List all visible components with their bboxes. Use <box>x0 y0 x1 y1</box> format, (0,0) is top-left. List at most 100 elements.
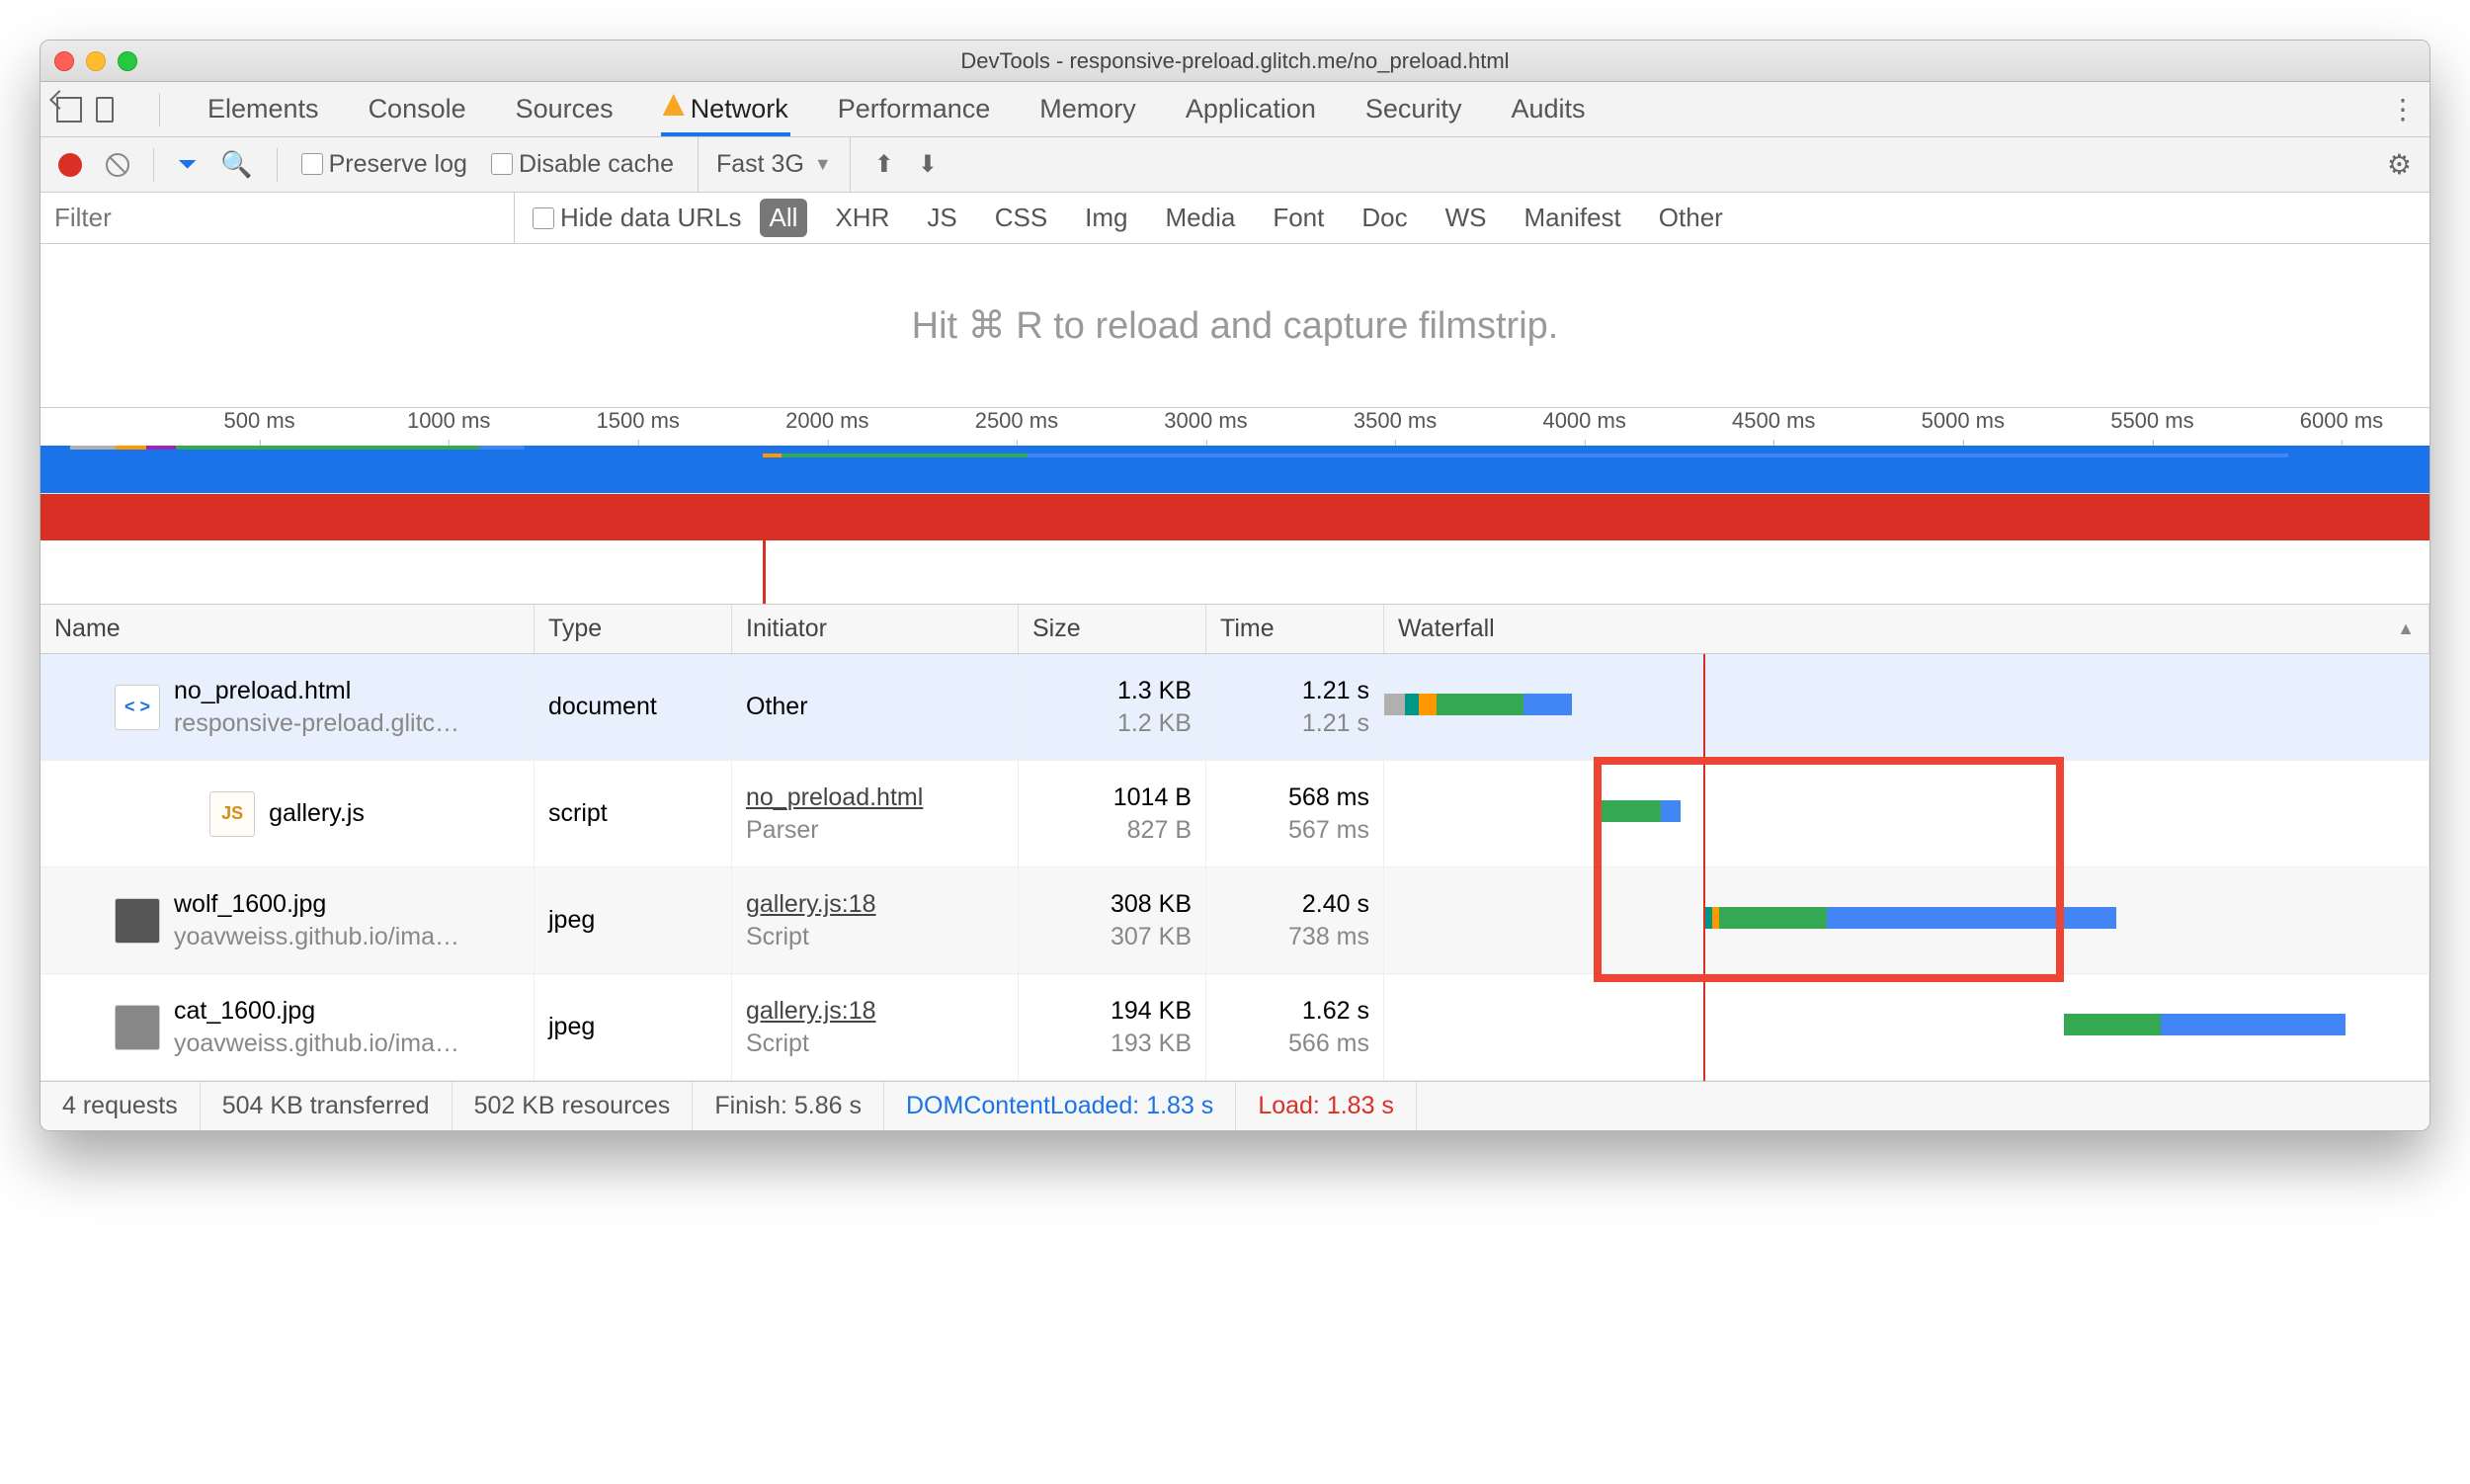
cell-initiator: no_preload.htmlParser <box>732 761 1019 866</box>
wf-download <box>1661 800 1680 822</box>
load-line <box>763 494 766 604</box>
filter-cat-media[interactable]: Media <box>1156 199 1246 237</box>
initiator-link[interactable]: no_preload.html <box>746 783 1004 812</box>
cell-time: 2.40 s738 ms <box>1206 867 1384 973</box>
wf-download <box>1827 907 2116 929</box>
file-icon: < > <box>115 685 160 730</box>
tab-elements[interactable]: Elements <box>206 82 321 136</box>
network-toolbar: ⏷ 🔍 Preserve log Disable cache Fast 3G ▼… <box>41 137 2429 193</box>
clear-button[interactable] <box>106 153 129 177</box>
col-type[interactable]: Type <box>535 605 732 653</box>
tab-audits[interactable]: Audits <box>1509 82 1587 136</box>
cell-size: 308 KB307 KB <box>1019 867 1206 973</box>
gear-icon[interactable]: ⚙ <box>2387 148 2412 181</box>
cell-size: 194 KB193 KB <box>1019 974 1206 1080</box>
table-row[interactable]: cat_1600.jpgyoavweiss.github.io/ima…jpeg… <box>41 974 2429 1081</box>
throttling-select[interactable]: Fast 3G ▼ <box>698 137 851 192</box>
status-finish: Finish: 5.86 s <box>693 1082 884 1130</box>
filter-cat-js[interactable]: JS <box>917 199 966 237</box>
filter-input[interactable] <box>41 193 515 243</box>
devtools-window: DevTools - responsive-preload.glitch.me/… <box>40 40 2430 1131</box>
status-requests: 4 requests <box>41 1082 201 1130</box>
record-button[interactable] <box>58 153 82 177</box>
cell-type: jpeg <box>535 974 732 1080</box>
preserve-log-checkbox[interactable]: Preserve log <box>301 150 467 179</box>
request-domain: responsive-preload.glitc… <box>174 709 459 738</box>
more-icon[interactable]: ⋮ <box>2389 93 2414 125</box>
ruler-tick: 5500 ms <box>2110 408 2193 434</box>
disable-cache-checkbox[interactable]: Disable cache <box>491 150 674 179</box>
wf-wait <box>1595 800 1661 822</box>
wf-dns <box>1405 694 1419 715</box>
wf-wait <box>2064 1014 2162 1035</box>
wf-connect <box>1419 694 1437 715</box>
initiator-link[interactable]: gallery.js:18 <box>746 890 1004 919</box>
hide-data-urls-checkbox[interactable]: Hide data URLs <box>515 203 760 233</box>
filter-cat-ws[interactable]: WS <box>1436 199 1497 237</box>
cell-size: 1.3 KB1.2 KB <box>1019 654 1206 760</box>
titlebar: DevTools - responsive-preload.glitch.me/… <box>41 41 2429 82</box>
filter-cat-font[interactable]: Font <box>1263 199 1334 237</box>
filter-icon[interactable]: ⏷ <box>178 151 197 179</box>
ruler-tick: 4500 ms <box>1732 408 1815 434</box>
file-icon <box>115 1005 160 1050</box>
filter-cat-all[interactable]: All <box>760 199 808 237</box>
initiator-link[interactable]: gallery.js:18 <box>746 997 1004 1026</box>
tab-sources[interactable]: Sources <box>514 82 616 136</box>
divider <box>159 93 160 126</box>
request-name: wolf_1600.jpg <box>174 890 459 919</box>
wf-wait <box>1437 694 1523 715</box>
table-row[interactable]: wolf_1600.jpgyoavweiss.github.io/ima…jpe… <box>41 867 2429 974</box>
cell-size: 1014 B827 B <box>1019 761 1206 866</box>
device-toolbar-icon[interactable] <box>96 97 114 123</box>
tab-application[interactable]: Application <box>1184 82 1318 136</box>
request-name: gallery.js <box>269 799 365 828</box>
cell-waterfall <box>1384 761 2429 866</box>
filter-cat-manifest[interactable]: Manifest <box>1515 199 1631 237</box>
col-waterfall[interactable]: Waterfall▲ <box>1384 605 2429 653</box>
status-load: Load: 1.83 s <box>1236 1082 1417 1130</box>
status-bar: 4 requests 504 KB transferred 502 KB res… <box>41 1081 2429 1130</box>
filter-cat-css[interactable]: CSS <box>985 199 1057 237</box>
filter-cat-other[interactable]: Other <box>1649 199 1733 237</box>
cell-time: 1.62 s566 ms <box>1206 974 1384 1080</box>
ruler-tick: 2000 ms <box>785 408 868 434</box>
upload-icon[interactable]: ⬆ <box>874 150 894 179</box>
tab-performance[interactable]: Performance <box>836 82 993 136</box>
cell-initiator: Other <box>732 654 1019 760</box>
ruler-tick: 4000 ms <box>1542 408 1625 434</box>
cell-type: jpeg <box>535 867 732 973</box>
request-name: no_preload.html <box>174 677 459 705</box>
filter-cat-xhr[interactable]: XHR <box>825 199 899 237</box>
request-domain: yoavweiss.github.io/ima… <box>174 1030 459 1058</box>
download-icon[interactable]: ⬇ <box>918 150 938 179</box>
request-grid: < > no_preload.html responsive-preload.gli… <box>41 654 2429 1081</box>
col-initiator[interactable]: Initiator <box>732 605 1019 653</box>
filter-cat-img[interactable]: Img <box>1075 199 1137 237</box>
tab-network[interactable]: Network <box>661 82 790 136</box>
cell-time: 1.21 s1.21 s <box>1206 654 1384 760</box>
status-transferred: 504 KB transferred <box>201 1082 453 1130</box>
cell-initiator: gallery.js:18Script <box>732 867 1019 973</box>
search-icon[interactable]: 🔍 <box>220 149 252 180</box>
tab-memory[interactable]: Memory <box>1037 82 1138 136</box>
grid-header: Name Type Initiator Size Time Waterfall▲ <box>41 605 2429 654</box>
tab-console[interactable]: Console <box>367 82 468 136</box>
ruler-tick: 6000 ms <box>2300 408 2383 434</box>
panel-tabs: Elements Console Sources Network Performance… <box>41 82 2429 137</box>
window-title: DevTools - responsive-preload.glitch.me/… <box>41 48 2429 74</box>
status-resources: 502 KB resources <box>453 1082 694 1130</box>
col-size[interactable]: Size <box>1019 605 1206 653</box>
table-row[interactable]: < > no_preload.html responsive-preload.gli… <box>41 654 2429 761</box>
inspect-element-icon[interactable] <box>56 97 82 123</box>
load-line <box>1703 654 1705 1081</box>
file-icon <box>115 898 160 944</box>
col-name[interactable]: Name <box>41 605 535 653</box>
warning-icon <box>663 94 685 116</box>
tab-security[interactable]: Security <box>1363 82 1464 136</box>
overview-ruler[interactable]: 500 ms1000 ms1500 ms2000 ms2500 ms3000 m… <box>41 408 2429 605</box>
col-time[interactable]: Time <box>1206 605 1384 653</box>
table-row[interactable]: JSgallery.jsscriptno_preload.htmlParser1… <box>41 761 2429 867</box>
wf-wait <box>1719 907 1827 929</box>
filter-cat-doc[interactable]: Doc <box>1352 199 1417 237</box>
